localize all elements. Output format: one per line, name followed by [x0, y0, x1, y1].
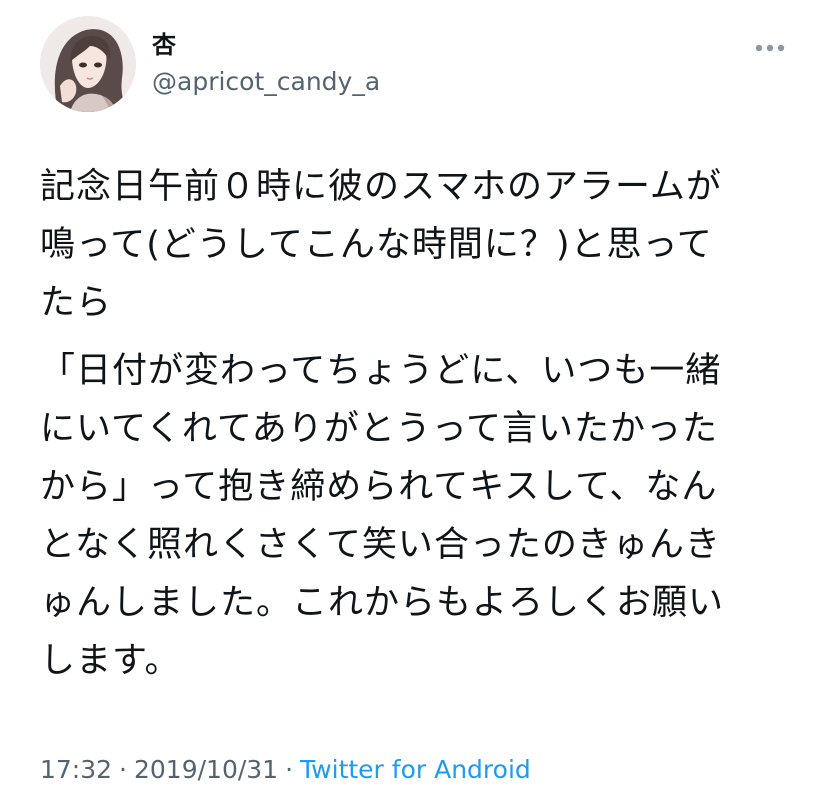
tweet-paragraph: 「日付が変わってちょうどに、いつも一緒 にいてくれてありがとうって言いたかった … [40, 351, 725, 681]
tweet-time[interactable]: 17:32 [40, 755, 112, 784]
anime-girl-avatar-icon [40, 16, 136, 112]
more-options-button[interactable] [752, 36, 788, 60]
tweet-date[interactable]: 2019/10/31 [134, 755, 278, 784]
ellipsis-icon [755, 44, 785, 52]
tweet-metadata: 17:32 · 2019/10/31 · Twitter for Android [40, 754, 531, 786]
tweet-card: 杏 @apricot_candy_a 記念日午前０時に彼のスマホのアラームが 鳴… [0, 0, 828, 811]
tweet-source-link[interactable]: Twitter for Android [300, 755, 531, 784]
meta-separator: · [119, 755, 127, 784]
author-avatar[interactable] [40, 16, 136, 112]
tweet-text: 記念日午前０時に彼のスマホのアラームが 鳴って(どうしてこんな時間に？)と思って… [40, 158, 800, 690]
tweet-paragraph: 記念日午前０時に彼のスマホのアラームが 鳴って(どうしてこんな時間に？)と思って… [40, 167, 722, 323]
meta-separator: · [285, 755, 294, 784]
author-display-name[interactable]: 杏 [152, 30, 176, 60]
author-handle[interactable]: @apricot_candy_a [152, 66, 380, 98]
